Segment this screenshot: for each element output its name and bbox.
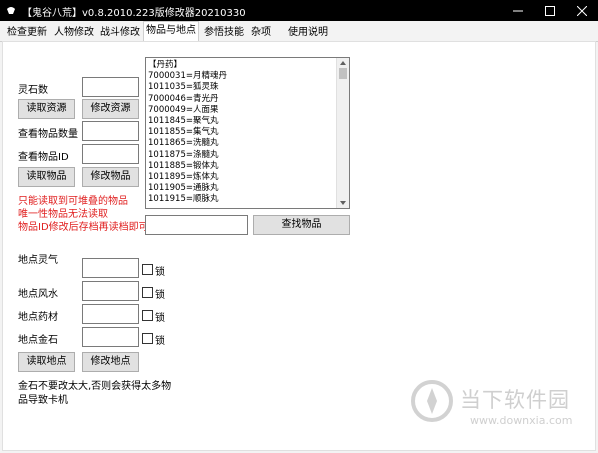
maximize-icon (545, 6, 555, 16)
item-list-content: 【丹药】 7000031=月精魂丹 1011035=狐灵珠 7000046=青光… (148, 60, 338, 205)
modify-location-button[interactable]: 修改地点 (82, 352, 139, 372)
read-resource-button[interactable]: 读取资源 (18, 99, 75, 119)
item-note-line: 唯一性物品无法读取 (18, 209, 108, 220)
location-spirit-label: 地点灵气 (18, 255, 58, 266)
read-location-button[interactable]: 读取地点 (18, 352, 75, 372)
list-item[interactable]: 1011875=涤髓丸 (148, 150, 338, 161)
tab-misc[interactable]: 杂项 (248, 24, 274, 42)
spirit-stone-label: 灵石数 (18, 85, 48, 96)
location-herbs-lock-label: 锁 (155, 313, 165, 324)
location-ore-lock-label: 锁 (155, 336, 165, 347)
location-herbs-input[interactable] (82, 304, 139, 324)
item-id-label: 查看物品ID (18, 152, 69, 163)
list-item[interactable]: 1011865=洗髓丸 (148, 138, 338, 149)
watermark-name: 当下软件园 (460, 388, 570, 412)
spirit-stone-input[interactable] (82, 77, 139, 97)
location-ore-input[interactable] (82, 327, 139, 347)
list-item[interactable]: 1011855=集气丸 (148, 127, 338, 138)
window-title: 【鬼谷八荒】v0.8.2010.223版修改器20210330 (22, 8, 246, 19)
location-ore-lock-checkbox[interactable] (142, 333, 153, 344)
scroll-up-icon[interactable] (340, 61, 346, 65)
close-button[interactable] (566, 0, 598, 21)
list-item[interactable]: 1011905=通脉丸 (148, 183, 338, 194)
list-item[interactable]: 1011035=狐灵珠 (148, 82, 338, 93)
tab-check-update[interactable]: 检查更新 (4, 24, 50, 42)
tab-bar: 检查更新 人物修改 战斗修改 物品与地点 参悟技能 杂项 使用说明 (0, 21, 598, 43)
item-count-label: 查看物品数量 (18, 129, 78, 140)
location-fengshui-input[interactable] (82, 281, 139, 301)
list-item[interactable]: 7000049=人面果 (148, 105, 338, 116)
tab-skills[interactable]: 参悟技能 (201, 24, 247, 42)
location-warning-line: 金石不要改太大,否则会获得太多物 (18, 381, 172, 392)
minimize-button[interactable] (502, 0, 534, 21)
location-ore-label: 地点金石 (18, 335, 58, 346)
location-herbs-lock-checkbox[interactable] (142, 310, 153, 321)
location-warning: 金石不要改太大,否则会获得太多物 品导致卡机 (18, 380, 171, 408)
tab-character[interactable]: 人物修改 (51, 24, 97, 42)
item-note-line: 只能读取到可堆叠的物品 (18, 196, 128, 207)
list-item[interactable]: 1011885=锻体丸 (148, 161, 338, 172)
search-item-button[interactable]: 查找物品 (253, 215, 350, 235)
tab-combat[interactable]: 战斗修改 (97, 24, 143, 42)
location-fengshui-label: 地点风水 (18, 289, 58, 300)
search-item-input[interactable] (145, 215, 248, 235)
scroll-down-icon[interactable] (340, 201, 346, 205)
location-spirit-input[interactable] (82, 258, 139, 278)
location-herbs-label: 地点药材 (18, 312, 58, 323)
list-item[interactable]: 1011845=聚气丸 (148, 116, 338, 127)
watermark-logo-icon (411, 380, 453, 422)
title-bar: 【鬼谷八荒】v0.8.2010.223版修改器20210330 (0, 0, 598, 21)
item-id-input[interactable] (82, 144, 139, 164)
location-fengshui-lock-checkbox[interactable] (142, 287, 153, 298)
app-icon (7, 7, 15, 14)
item-list[interactable]: 【丹药】 7000031=月精魂丹 1011035=狐灵珠 7000046=青光… (145, 57, 350, 209)
item-note: 只能读取到可堆叠的物品 唯一性物品无法读取 物品ID修改后存档再读档即可 (18, 195, 149, 234)
item-note-line: 物品ID修改后存档再读档即可 (18, 222, 149, 233)
location-spirit-lock-label: 锁 (155, 267, 165, 278)
tab-instructions[interactable]: 使用说明 (285, 24, 331, 42)
minimize-icon (513, 10, 523, 12)
modify-resource-button[interactable]: 修改资源 (82, 99, 139, 119)
read-item-button[interactable]: 读取物品 (18, 167, 75, 187)
list-item[interactable]: 7000046=青光丹 (148, 94, 338, 105)
list-item[interactable]: 7000031=月精魂丹 (148, 71, 338, 82)
item-count-input[interactable] (82, 121, 139, 141)
close-icon (577, 6, 587, 16)
location-spirit-lock-checkbox[interactable] (142, 264, 153, 275)
maximize-button[interactable] (534, 0, 566, 21)
item-list-scrollbar[interactable] (336, 58, 349, 208)
scroll-thumb[interactable] (339, 68, 347, 79)
list-item[interactable]: 【丹药】 (148, 60, 338, 71)
tab-items-locations[interactable]: 物品与地点 (143, 21, 199, 43)
list-item[interactable]: 1011915=顺脉丸 (148, 194, 338, 205)
modify-item-button[interactable]: 修改物品 (82, 167, 139, 187)
location-warning-line: 品导致卡机 (18, 395, 68, 406)
list-item[interactable]: 1011895=炼体丸 (148, 172, 338, 183)
location-fengshui-lock-label: 锁 (155, 290, 165, 301)
watermark-url: www.downxia.com (470, 414, 573, 427)
